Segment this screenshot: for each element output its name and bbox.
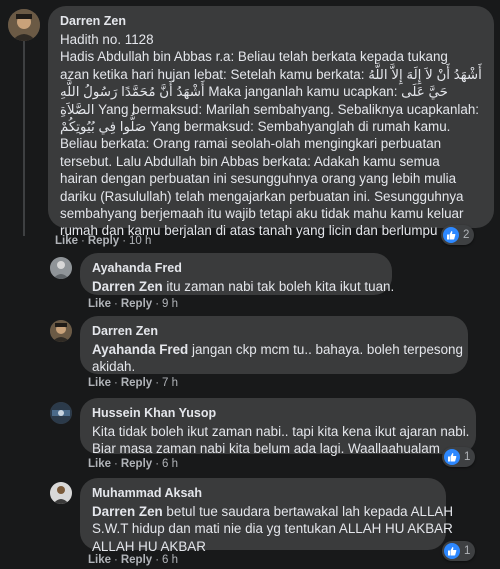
reply-bubble: Darren Zen Ayahanda Fred jangan ckp mcm … <box>80 316 468 374</box>
like-button[interactable]: Like <box>55 235 78 247</box>
comment-line: الصَّلاَةِ Yang bermaksud: Marilah semba… <box>60 101 480 117</box>
avatar[interactable] <box>50 482 72 504</box>
like-button[interactable]: Like <box>88 298 111 310</box>
like-button[interactable]: Like <box>88 377 111 389</box>
reply-timestamp[interactable]: 7 h <box>162 377 178 389</box>
reply-line: Biar masa zaman nabi kita belum ada lagi… <box>92 441 440 457</box>
separator-dot: · <box>114 298 118 310</box>
reaction-summary[interactable]: 1 <box>442 541 476 561</box>
reply-button[interactable]: Reply <box>88 235 119 247</box>
separator-dot: · <box>155 377 160 389</box>
reply-actions: Like · Reply · 7 h <box>88 377 178 389</box>
reply-text: Darren Zen itu zaman nabi tak boleh kita… <box>92 278 394 295</box>
reply-line: akidah. <box>92 359 136 375</box>
reaction-summary[interactable]: 2 <box>441 225 475 245</box>
reply-line: itu zaman nabi tak boleh kita ikut tuan. <box>162 279 395 294</box>
reply-text: Kita tidak boleh ikut zaman nabi.. tapi … <box>92 423 470 458</box>
avatar-image <box>50 482 72 504</box>
thread-line <box>23 36 25 236</box>
comment-line: Beliau berkata: Orang ramai seolah-olah … <box>60 136 442 152</box>
like-reaction-icon <box>444 449 460 465</box>
reply-bubble: Ayahanda Fred Darren Zen itu zaman nabi … <box>80 253 394 295</box>
separator-dot: · <box>81 235 85 247</box>
reply-author[interactable]: Ayahanda Fred <box>92 260 380 276</box>
reply-text: Ayahanda Fred jangan ckp mcm tu.. bahaya… <box>92 341 463 376</box>
reply-actions: Like · Reply · 6 h <box>88 458 178 470</box>
separator-dot: · <box>114 377 118 389</box>
separator-dot: · <box>122 235 127 247</box>
comment-line: dariku (Rasulullah) telah mengajarkan pe… <box>60 188 464 204</box>
mention-link[interactable]: Ayahanda Fred <box>92 342 188 357</box>
reply-timestamp[interactable]: 9 h <box>162 298 178 310</box>
reply-author[interactable]: Muhammad Aksah <box>92 485 434 501</box>
reply-actions: Like · Reply · 9 h <box>88 298 178 310</box>
reply-timestamp[interactable]: 6 h <box>162 554 178 566</box>
reply-timestamp[interactable]: 6 h <box>162 458 178 470</box>
separator-dot: · <box>155 458 160 470</box>
reply-line: jangan ckp mcm tu.. bahaya. boleh terpes… <box>188 342 463 357</box>
like-button[interactable]: Like <box>88 554 111 566</box>
separator-dot: · <box>155 298 160 310</box>
separator-dot: · <box>114 554 118 566</box>
avatar[interactable] <box>50 257 72 279</box>
comment-line: أَشْهَدُ أَنَّ مُحَمَّدًا رَسُولُ اللَّه… <box>60 84 448 100</box>
reply-button[interactable]: Reply <box>121 377 152 389</box>
comment-line: tersebut. Lalu Abdullah bin Abbas berkat… <box>60 153 440 169</box>
comment-line: Hadis Abdullah bin Abbas r.a: Beliau tel… <box>60 49 448 65</box>
avatar-image <box>8 9 40 41</box>
comment-bubble: Darren Zen Hadith no. 1128 Hadis Abdulla… <box>48 6 494 238</box>
avatar[interactable] <box>8 9 40 41</box>
like-reaction-icon <box>444 543 460 559</box>
reply-bubble: Muhammad Aksah Darren Zen betul tue saud… <box>80 478 453 554</box>
reply-button[interactable]: Reply <box>121 554 152 566</box>
avatar[interactable] <box>50 402 72 424</box>
separator-dot: · <box>155 554 160 566</box>
comment-actions: Like · Reply · 10 h <box>55 235 151 247</box>
comment-author[interactable]: Darren Zen <box>60 13 482 29</box>
comment-line: Hadith no. 1128 <box>60 32 154 47</box>
reply-text: Darren Zen betul tue saudara bertawakal … <box>92 503 453 555</box>
comment-line: صَلُّوا فِي بُيُوتِكُمْ Yang bermaksud: … <box>60 119 451 135</box>
avatar[interactable] <box>50 320 72 342</box>
separator-dot: · <box>114 458 118 470</box>
reply-actions: Like · Reply · 6 h <box>88 554 178 566</box>
reply-author[interactable]: Hussein Khan Yusop <box>92 405 464 421</box>
avatar-image <box>50 257 72 279</box>
reaction-count: 1 <box>464 545 471 557</box>
reply-button[interactable]: Reply <box>121 298 152 310</box>
comment-line: azan ketika hari hujan lebat: Setelah ka… <box>60 66 482 82</box>
mention-link[interactable]: Darren Zen <box>92 504 163 519</box>
reaction-count: 2 <box>463 229 470 241</box>
avatar-image <box>50 320 72 342</box>
reply-line: betul tue saudara bertawakal lah kepada … <box>162 504 454 519</box>
like-button[interactable]: Like <box>88 458 111 470</box>
comment-text: Hadith no. 1128 Hadis Abdullah bin Abbas… <box>60 31 482 240</box>
reply-line: Kita tidak boleh ikut zaman nabi.. tapi … <box>92 424 470 439</box>
avatar-image <box>50 402 72 424</box>
reply-line: ALLAH HU AKBAR <box>92 538 206 554</box>
reply-button[interactable]: Reply <box>121 458 152 470</box>
reaction-summary[interactable]: 1 <box>442 447 476 467</box>
comment-timestamp[interactable]: 10 h <box>129 235 151 247</box>
reaction-count: 1 <box>464 451 471 463</box>
comment-line: sembahyang berjemaah itu wajib tetapi ak… <box>60 206 464 222</box>
comment-line: hairan dengan perbuatan ini sesungguhnya… <box>60 171 457 187</box>
mention-link[interactable]: Darren Zen <box>92 279 163 294</box>
reply-author[interactable]: Darren Zen <box>92 323 456 339</box>
reply-bubble: Hussein Khan Yusop Kita tidak boleh ikut… <box>80 398 476 456</box>
reply-line: S.W.T hidup dan mati nie dia yg tentukan… <box>92 521 453 537</box>
like-reaction-icon <box>443 227 459 243</box>
